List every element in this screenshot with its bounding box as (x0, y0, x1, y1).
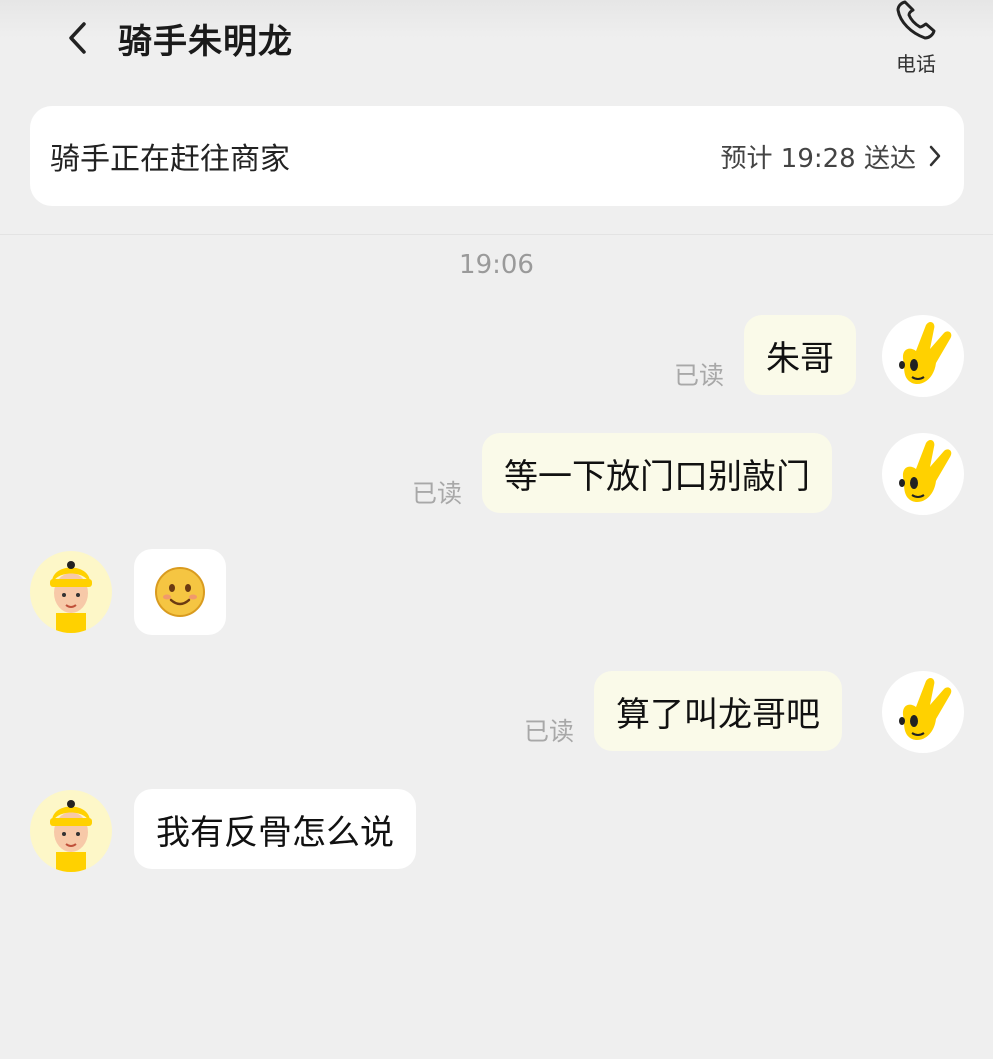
page-title: 骑手朱明龙 (118, 22, 293, 62)
read-receipt: 已读 (674, 361, 725, 390)
chevron-left-icon (69, 22, 86, 54)
call-button[interactable]: 电话 (878, 0, 954, 82)
outgoing-message[interactable]: 等一下放门口别敲门 (482, 433, 832, 513)
chat-timestamp: 19:06 (459, 250, 534, 280)
rider-avatar[interactable] (30, 790, 112, 872)
outgoing-message[interactable]: 算了叫龙哥吧 (594, 671, 842, 751)
eta-text: 预计 19:28 送达 (720, 143, 916, 174)
rider-avatar[interactable] (30, 551, 112, 633)
phone-icon (896, 0, 936, 40)
chat-header: 骑手朱明龙 电话 (0, 0, 993, 95)
mascot-avatar-icon (899, 440, 952, 503)
chevron-right-icon (929, 145, 941, 167)
my-avatar[interactable] (882, 671, 964, 753)
my-avatar[interactable] (882, 315, 964, 397)
smile-emoji-icon (155, 567, 205, 617)
call-label: 电话 (896, 52, 936, 76)
rider-avatar-icon (50, 800, 92, 872)
incoming-message[interactable] (134, 549, 226, 635)
outgoing-message[interactable]: 朱哥 (744, 315, 856, 395)
eta-link[interactable]: 预计 19:28 送达 (721, 138, 942, 175)
mascot-avatar-icon (899, 322, 952, 385)
mascot-avatar-icon (899, 678, 952, 741)
divider (0, 234, 993, 235)
back-button[interactable] (58, 18, 98, 58)
rider-avatar-icon (50, 561, 92, 633)
read-receipt: 已读 (412, 479, 463, 508)
incoming-message[interactable]: 我有反骨怎么说 (134, 789, 416, 869)
order-status-card[interactable]: 骑手正在赶往商家 预计 19:28 送达 (30, 106, 964, 206)
my-avatar[interactable] (882, 433, 964, 515)
rider-status-text: 骑手正在赶往商家 (50, 142, 290, 177)
read-receipt: 已读 (524, 717, 575, 746)
